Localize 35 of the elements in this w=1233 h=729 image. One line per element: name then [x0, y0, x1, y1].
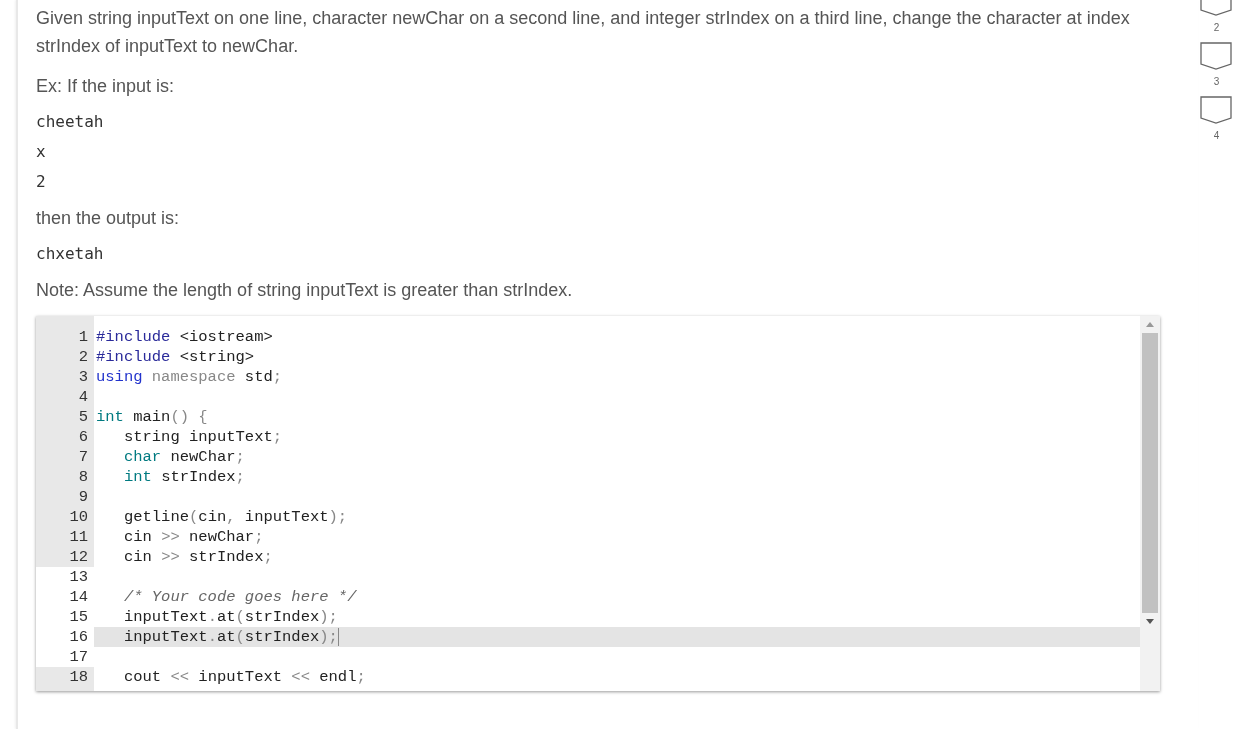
- code-sample: cheetah: [36, 112, 105, 132]
- code-line: inputText.at(strIndex);: [122, 607, 339, 627]
- scrollbar-thumb[interactable]: [1142, 333, 1158, 613]
- scroll-up-icon[interactable]: [1146, 322, 1154, 327]
- code-line: using namespace std;: [95, 367, 284, 387]
- prompt-text: Ex: If the input is:: [36, 75, 176, 98]
- code-line: getline(cin, inputText);: [122, 507, 349, 527]
- level-number: 2: [1213, 21, 1220, 35]
- code-line: char newChar;: [122, 447, 246, 467]
- code-line: int main() {: [95, 407, 209, 427]
- code-line: cout << inputText << endl;: [122, 667, 367, 687]
- line-number: 15: [36, 607, 94, 627]
- level-marker-icon[interactable]: [1200, 96, 1233, 124]
- level-marker-icon[interactable]: [1200, 42, 1233, 70]
- code-line: cin >> strIndex;: [122, 547, 274, 567]
- code-line: #include <string>: [95, 347, 256, 367]
- prompt-text: then the output is:: [36, 207, 181, 230]
- code-line: string inputText;: [122, 427, 284, 447]
- level-number: 3: [1213, 75, 1220, 89]
- scroll-down-icon[interactable]: [1146, 619, 1154, 624]
- code-line: #include <iostream>: [95, 327, 274, 347]
- code-line: /* Your code goes here */: [122, 587, 358, 607]
- code-sample: x: [36, 142, 47, 162]
- level-number: 4: [1213, 129, 1220, 143]
- line-number: 17: [36, 647, 94, 667]
- code-line: cin >> newChar;: [122, 527, 265, 547]
- code-line: int strIndex;: [122, 467, 246, 487]
- code-sample: 2: [36, 172, 47, 192]
- prompt-text: Given string inputText on one line, character newChar on a second line, and integer strIndex on a third line, change the character at index strIndex of inputText to newChar.: [36, 7, 1131, 58]
- code-sample: chxetah: [36, 244, 105, 264]
- line-number: 16: [36, 627, 94, 647]
- prompt-text: Note: Assume the length of string inputText is greater than strIndex.: [36, 279, 574, 302]
- line-number: 14: [36, 587, 94, 607]
- line-number: 13: [36, 567, 94, 587]
- scrollbar[interactable]: [1140, 316, 1160, 691]
